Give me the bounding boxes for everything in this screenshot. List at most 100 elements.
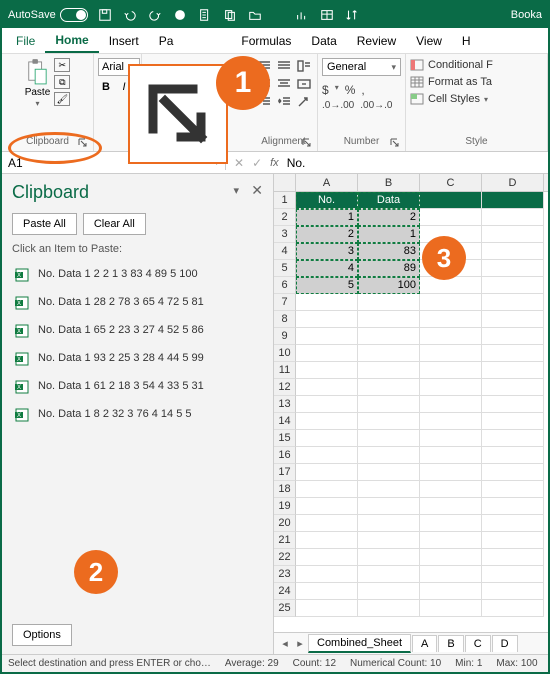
cell[interactable] <box>358 294 420 311</box>
cell[interactable] <box>420 481 482 498</box>
cell[interactable] <box>482 481 544 498</box>
format-as-table-button[interactable]: Format as Ta <box>410 76 492 88</box>
sheet-tab[interactable]: D <box>492 635 518 652</box>
row-header[interactable]: 13 <box>274 396 296 413</box>
cell[interactable] <box>420 549 482 566</box>
merge-icon[interactable] <box>295 76 313 92</box>
cell[interactable] <box>358 498 420 515</box>
cell[interactable] <box>358 566 420 583</box>
cell[interactable] <box>420 583 482 600</box>
cell[interactable] <box>420 532 482 549</box>
clipboard-item[interactable]: XNo. Data 1 8 2 32 3 76 4 14 5 5 <box>12 401 263 429</box>
col-header[interactable]: D <box>482 174 544 191</box>
col-header[interactable]: B <box>358 174 420 191</box>
cell[interactable] <box>420 345 482 362</box>
wrap-text-icon[interactable] <box>295 58 313 74</box>
cell[interactable] <box>420 515 482 532</box>
row-header[interactable]: 5 <box>274 260 296 277</box>
cell[interactable] <box>358 413 420 430</box>
cell[interactable] <box>358 515 420 532</box>
table-icon[interactable] <box>320 8 335 23</box>
cell[interactable] <box>482 549 544 566</box>
cell[interactable] <box>482 413 544 430</box>
row-header[interactable]: 4 <box>274 243 296 260</box>
tab-view[interactable]: View <box>406 30 452 52</box>
row-header[interactable]: 10 <box>274 345 296 362</box>
undo-icon[interactable] <box>123 8 138 23</box>
cell[interactable] <box>296 345 358 362</box>
cell[interactable]: 5 <box>296 277 358 294</box>
cell[interactable] <box>482 566 544 583</box>
formula-input[interactable]: No. <box>287 156 306 170</box>
row-header[interactable]: 6 <box>274 277 296 294</box>
comma-button[interactable]: , <box>361 83 364 97</box>
cell[interactable]: 4 <box>296 260 358 277</box>
circle-icon[interactable] <box>173 8 188 23</box>
cell-styles-button[interactable]: Cell Styles▾ <box>410 93 488 105</box>
cell[interactable] <box>296 294 358 311</box>
cell[interactable] <box>296 447 358 464</box>
cell[interactable] <box>420 430 482 447</box>
tab-formulas[interactable]: Formulas <box>231 30 301 52</box>
autosave-toggle[interactable]: AutoSave <box>8 8 88 22</box>
decrease-decimal-icon[interactable]: .00→.0 <box>360 100 392 111</box>
cell[interactable] <box>296 481 358 498</box>
chart-icon[interactable] <box>295 8 310 23</box>
cancel-icon[interactable]: ✕ <box>234 156 244 170</box>
clipboard-item[interactable]: XNo. Data 1 65 2 23 3 27 4 52 5 86 <box>12 317 263 345</box>
cell[interactable] <box>296 311 358 328</box>
currency-button[interactable]: $ <box>322 83 329 97</box>
cell[interactable] <box>358 532 420 549</box>
cell[interactable] <box>482 515 544 532</box>
row-header[interactable]: 22 <box>274 549 296 566</box>
redo-icon[interactable] <box>148 8 163 23</box>
sheet-tab[interactable]: C <box>465 635 491 652</box>
row-header[interactable]: 9 <box>274 328 296 345</box>
tab-data[interactable]: Data <box>301 30 346 52</box>
cell[interactable] <box>358 396 420 413</box>
cell[interactable] <box>482 294 544 311</box>
cell[interactable] <box>420 447 482 464</box>
cell[interactable] <box>482 243 544 260</box>
cell[interactable] <box>482 498 544 515</box>
cell[interactable] <box>296 549 358 566</box>
cell[interactable] <box>296 328 358 345</box>
tab-file[interactable]: File <box>6 30 45 52</box>
cell[interactable]: No. <box>296 192 358 209</box>
cell[interactable] <box>358 328 420 345</box>
sheet-nav-prev-icon[interactable]: ◂ <box>278 637 292 650</box>
cell[interactable]: 1 <box>296 209 358 226</box>
options-button[interactable]: Options <box>12 624 72 646</box>
cell[interactable] <box>296 413 358 430</box>
cell[interactable] <box>482 362 544 379</box>
fx-icon[interactable]: fx <box>270 157 279 169</box>
conditional-formatting-button[interactable]: Conditional F <box>410 59 493 71</box>
number-format-select[interactable]: General▾ <box>322 58 401 76</box>
cell[interactable] <box>482 328 544 345</box>
row-header[interactable]: 17 <box>274 464 296 481</box>
cell[interactable] <box>420 498 482 515</box>
cell[interactable] <box>482 464 544 481</box>
cell[interactable] <box>482 209 544 226</box>
cell[interactable] <box>358 549 420 566</box>
cell[interactable] <box>296 515 358 532</box>
row-header[interactable]: 1 <box>274 192 296 209</box>
cell[interactable] <box>420 209 482 226</box>
orientation-icon[interactable] <box>295 94 313 110</box>
row-header[interactable]: 7 <box>274 294 296 311</box>
align-middle-icon[interactable] <box>275 58 293 74</box>
paste-all-button[interactable]: Paste All <box>12 213 77 235</box>
folder-icon[interactable] <box>248 8 263 23</box>
cell[interactable] <box>420 600 482 617</box>
cell[interactable]: 2 <box>358 209 420 226</box>
cell[interactable] <box>420 328 482 345</box>
tab-page-layout[interactable]: Pa <box>149 30 184 52</box>
cell[interactable] <box>482 600 544 617</box>
cell[interactable] <box>482 277 544 294</box>
cell[interactable] <box>420 294 482 311</box>
cut-icon[interactable]: ✂ <box>54 58 70 72</box>
increase-decimal-icon[interactable]: .0→.00 <box>322 100 354 111</box>
row-header[interactable]: 11 <box>274 362 296 379</box>
paste-button[interactable]: Paste ▾ <box>25 58 51 108</box>
row-header[interactable]: 21 <box>274 532 296 549</box>
